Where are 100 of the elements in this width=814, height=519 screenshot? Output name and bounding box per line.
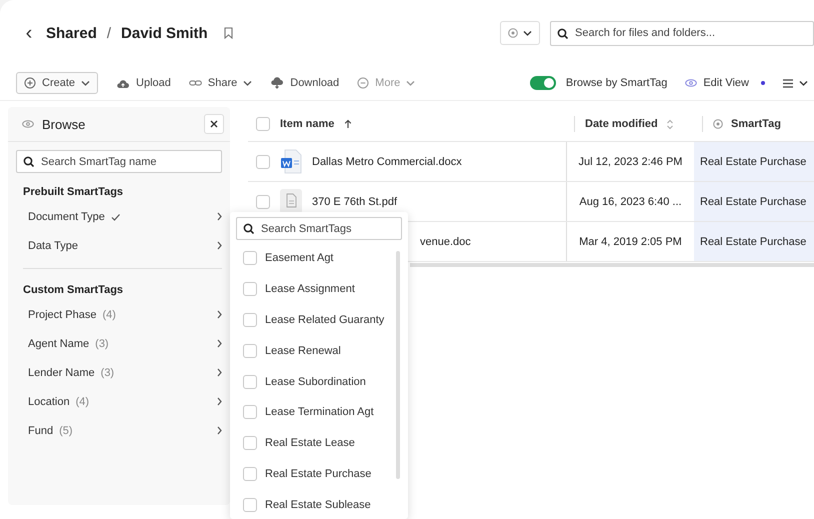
option-label: Lease Termination Agt bbox=[265, 406, 374, 418]
breadcrumb-link[interactable]: Shared bbox=[46, 24, 97, 42]
page-title: David Smith bbox=[121, 24, 208, 42]
filter-dropdown[interactable] bbox=[500, 21, 540, 45]
checkbox[interactable] bbox=[243, 405, 257, 420]
option-label: Easement Agt bbox=[265, 252, 334, 264]
search-icon bbox=[243, 223, 254, 234]
tag-option[interactable]: Real Estate Lease bbox=[230, 428, 396, 459]
smarttag-label: Data Type bbox=[28, 240, 78, 252]
panel-title: Browse bbox=[42, 116, 86, 132]
date-cell: Jul 12, 2023 2:46 PM bbox=[578, 156, 682, 168]
chevron-down-icon bbox=[81, 80, 90, 86]
smarttag-item[interactable]: Lender Name (3) bbox=[8, 358, 230, 387]
column-header[interactable]: Item name bbox=[280, 118, 334, 130]
link-icon bbox=[188, 79, 202, 87]
share-button[interactable]: Share bbox=[188, 77, 252, 89]
bookmark-icon[interactable] bbox=[224, 27, 233, 39]
column-header[interactable]: Date modified bbox=[585, 118, 658, 130]
file-name[interactable]: Dallas Metro Commercial.docx bbox=[312, 156, 462, 168]
section-heading: Prebuilt SmartTags bbox=[22, 185, 124, 200]
smarttag-label: Fund bbox=[28, 424, 54, 436]
chevron-down-icon bbox=[243, 80, 252, 86]
chevron-down-icon bbox=[523, 30, 532, 36]
search-field[interactable]: Search SmartTag name bbox=[16, 150, 222, 173]
tag-count: (3) bbox=[100, 366, 114, 378]
search-field[interactable]: Search SmartTags bbox=[236, 217, 402, 240]
chevron-right-icon bbox=[217, 397, 222, 406]
tag-option[interactable]: Lease Subordination bbox=[230, 366, 396, 397]
check-icon bbox=[110, 212, 121, 220]
option-label: Lease Subordination bbox=[265, 376, 366, 388]
tag-option[interactable]: Real Estate Purchase bbox=[230, 458, 396, 490]
search-icon bbox=[23, 156, 34, 167]
word-file-icon bbox=[280, 149, 302, 174]
smarttag-item[interactable]: Project Phase (4) bbox=[8, 300, 230, 329]
tag-count: (5) bbox=[59, 424, 73, 436]
smarttag-label: Project Phase bbox=[28, 308, 96, 320]
checkbox[interactable] bbox=[243, 344, 257, 358]
checkbox[interactable] bbox=[243, 282, 257, 296]
tag-option[interactable]: Lease Renewal bbox=[230, 335, 396, 366]
create-button[interactable]: Create bbox=[16, 72, 98, 94]
option-label: Real Estate Purchase bbox=[265, 468, 372, 480]
checkbox[interactable] bbox=[243, 498, 257, 512]
smarttag-label: Agent Name bbox=[28, 338, 90, 350]
tag-count: (4) bbox=[102, 308, 116, 320]
smarttag-cell: Real Estate Purchase bbox=[700, 156, 806, 168]
smarttag-label: Lender Name bbox=[28, 366, 95, 378]
search-field[interactable]: Search for files and folders... bbox=[550, 20, 814, 46]
checkbox[interactable] bbox=[256, 154, 270, 168]
cloud-download-icon bbox=[270, 77, 284, 89]
close-button[interactable] bbox=[204, 114, 224, 134]
file-name[interactable]: 370 E 76th St.pdf bbox=[312, 196, 398, 208]
checkbox[interactable] bbox=[256, 117, 270, 131]
chevron-right-icon bbox=[217, 368, 222, 377]
smarttag-label: Document Type bbox=[28, 210, 105, 222]
toggle-label: Browse by SmartTag bbox=[566, 77, 668, 89]
sort-icon bbox=[666, 118, 674, 130]
checkbox[interactable] bbox=[256, 194, 270, 208]
option-label: Real Estate Sublease bbox=[265, 498, 371, 511]
smarttag-item[interactable]: Fund (5) bbox=[8, 416, 230, 445]
smarttag-cell: Real Estate Purchase bbox=[700, 196, 806, 208]
toggle-switch[interactable] bbox=[530, 76, 556, 90]
option-label: Real Estate Lease bbox=[265, 437, 355, 450]
chevron-right-icon bbox=[217, 212, 222, 221]
checkbox[interactable] bbox=[243, 251, 257, 266]
tag-option[interactable]: Lease Assignment bbox=[230, 274, 396, 305]
circle-dot-icon bbox=[508, 28, 518, 38]
chevron-right-icon bbox=[217, 339, 222, 348]
tag-count: (4) bbox=[76, 396, 90, 408]
search-icon bbox=[557, 28, 568, 38]
plus-circle-icon bbox=[24, 77, 36, 89]
close-icon bbox=[210, 120, 218, 128]
edit-view-link[interactable]: Edit View bbox=[703, 77, 749, 89]
checkbox[interactable] bbox=[243, 312, 257, 327]
tag-option[interactable]: Real Estate Sublease bbox=[230, 489, 396, 519]
tag-option[interactable]: Easement Agt bbox=[230, 243, 396, 274]
chevron-right-icon bbox=[217, 310, 222, 319]
eye-icon bbox=[685, 79, 698, 87]
download-button[interactable]: Download bbox=[270, 77, 340, 89]
chevron-right-icon bbox=[217, 426, 222, 435]
tag-option[interactable]: Lease Termination Agt bbox=[230, 396, 396, 428]
eye-icon bbox=[22, 120, 34, 128]
more-circle-icon bbox=[357, 77, 370, 89]
chevron-down-icon bbox=[799, 80, 808, 86]
checkbox[interactable] bbox=[243, 436, 257, 450]
file-name[interactable]: venue.doc bbox=[420, 236, 471, 248]
breadcrumb-separator: / bbox=[106, 24, 112, 42]
smarttag-label: Location bbox=[28, 396, 70, 408]
vertical-scrollbar[interactable] bbox=[396, 251, 400, 479]
upload-button[interactable]: Upload bbox=[116, 77, 171, 89]
checkbox[interactable] bbox=[243, 466, 257, 481]
smarttag-item[interactable]: Document Type bbox=[8, 202, 230, 231]
checkbox[interactable] bbox=[243, 374, 257, 389]
chevron-right-icon bbox=[217, 241, 222, 250]
column-header[interactable]: SmartTag bbox=[731, 118, 781, 130]
smarttag-item[interactable]: Data Type bbox=[8, 231, 230, 260]
smarttag-item[interactable]: Location (4) bbox=[8, 387, 230, 416]
back-button[interactable]: ‹ bbox=[22, 22, 36, 44]
sort-up-icon bbox=[344, 119, 352, 129]
tag-option[interactable]: Lease Related Guaranty bbox=[230, 304, 396, 336]
smarttag-item[interactable]: Agent Name (3) bbox=[8, 329, 230, 358]
